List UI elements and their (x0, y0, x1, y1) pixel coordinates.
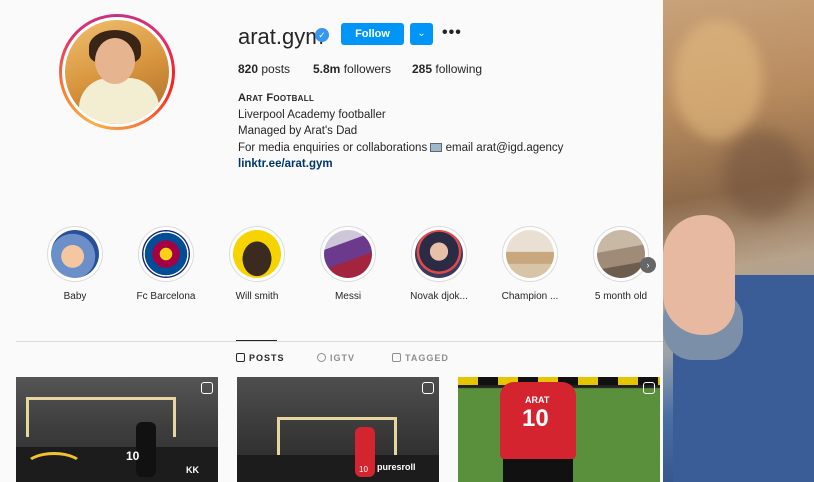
bio-line: Liverpool Academy footballer (238, 108, 386, 121)
bio-name: Arat Football (238, 92, 315, 104)
following-count: 285 (412, 62, 433, 76)
tab-tagged[interactable]: TAGGED (392, 353, 449, 363)
profile-bio: Arat Football Liverpool Academy football… (238, 90, 563, 173)
username: arat.gym (238, 24, 324, 49)
highlight-fc-barcelona[interactable]: Fc Barcelona (121, 226, 211, 302)
igtv-icon (317, 353, 326, 362)
followers-label: followers (343, 62, 392, 76)
highlight-label: Messi (334, 291, 362, 302)
reel-icon (422, 382, 434, 394)
follow-button[interactable]: Follow (341, 23, 404, 45)
tab-label: TAGGED (405, 353, 449, 363)
profile-avatar[interactable] (59, 14, 175, 130)
bio-email: email arat@igd.agency (445, 141, 564, 154)
more-options-icon[interactable]: ••• (442, 24, 461, 44)
tab-divider (16, 341, 663, 342)
reel-icon (201, 382, 213, 394)
tab-igtv[interactable]: IGTV (317, 353, 355, 363)
followers-stat[interactable]: 5.8m followers (313, 62, 391, 76)
verified-badge-icon: ✓ (315, 28, 329, 42)
following-label: following (435, 62, 483, 76)
highlight-label: Baby (63, 291, 87, 302)
highlight-will-smith[interactable]: Will smith (212, 226, 302, 302)
highlight-messi[interactable]: Messi (303, 226, 393, 302)
bio-link[interactable]: linktr.ee/arat.gym (238, 156, 563, 173)
reel-icon (643, 382, 655, 394)
tab-posts[interactable]: POSTS (236, 353, 285, 363)
posts-stat: 820 posts (238, 62, 290, 76)
background-photo (663, 0, 814, 482)
tab-label: IGTV (330, 353, 356, 363)
jersey-number: 10 (522, 405, 549, 432)
followers-count: 5.8m (313, 62, 341, 76)
posts-label: posts (261, 62, 291, 76)
banner-text: puresroll (377, 462, 416, 472)
highlight-label: Will smith (235, 291, 279, 302)
highlight-champion[interactable]: Champion ... (485, 226, 575, 302)
highlight-label: Champion ... (501, 291, 559, 302)
highlight-novak-djokovic[interactable]: Novak djok... (394, 226, 484, 302)
bio-line-prefix: For media enquiries or collaborations (238, 141, 428, 154)
active-tab-indicator (236, 340, 277, 341)
jersey-number: 10 (359, 465, 368, 474)
jersey-number: 10 (126, 449, 140, 463)
post-thumbnail[interactable]: 10 KK (16, 377, 218, 482)
chevron-down-icon: ⌄ (417, 28, 426, 39)
jersey-name: ARAT (525, 395, 550, 405)
highlight-baby[interactable]: Baby (30, 226, 120, 302)
tab-label: POSTS (249, 353, 285, 363)
highlight-label: 5 month old (594, 291, 648, 302)
highlight-label: Fc Barcelona (136, 291, 196, 302)
grid-icon (236, 353, 245, 362)
bio-line: Managed by Arat's Dad (238, 125, 358, 138)
posts-count: 820 (238, 62, 259, 76)
post-thumbnail[interactable]: ARAT 10 (458, 377, 660, 482)
profile-page: arat.gym ✓ Follow ⌄ ••• 820 posts 5.8m f… (0, 0, 663, 482)
envelope-emoji-icon (430, 142, 443, 152)
tagged-icon (392, 353, 401, 362)
bio-line: For media enquiries or collaborations em… (238, 140, 563, 157)
suggested-dropdown-button[interactable]: ⌄ (410, 23, 433, 45)
highlight-label: Novak djok... (410, 291, 468, 302)
chevron-right-icon[interactable]: › (640, 257, 656, 273)
post-thumbnail[interactable]: puresroll 10 (237, 377, 439, 482)
following-stat[interactable]: 285 following (412, 62, 482, 76)
banner-text: KK (186, 465, 199, 475)
